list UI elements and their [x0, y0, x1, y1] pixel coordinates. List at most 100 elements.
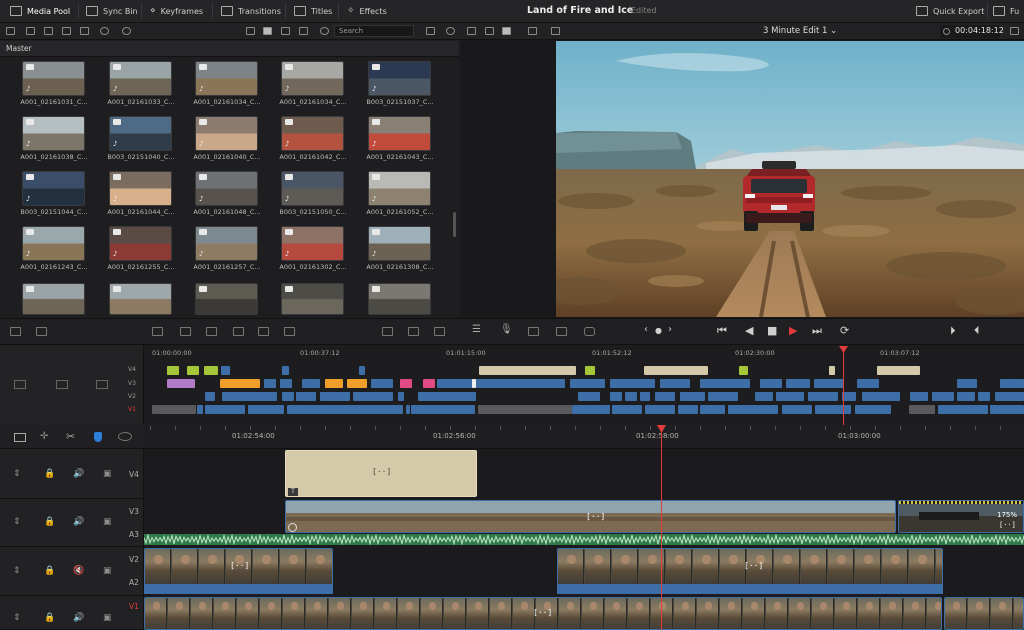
- speaker-icon[interactable]: 🔊: [73, 517, 84, 527]
- lock-icon[interactable]: 🔒: [44, 613, 55, 623]
- mini-clip[interactable]: [204, 366, 218, 375]
- clip-thumbnail[interactable]: ♪: [109, 116, 172, 151]
- clip-thumbnail[interactable]: ♪: [368, 171, 431, 206]
- move-icon[interactable]: ⇕: [13, 613, 21, 623]
- clip-thumbnail[interactable]: [22, 283, 85, 315]
- sync-bin-tab[interactable]: Sync Bin: [86, 0, 138, 22]
- clip-thumbnail[interactable]: ♪: [195, 171, 258, 206]
- smart-bin-icon[interactable]: [80, 27, 89, 35]
- monitor-icon[interactable]: ▣: [103, 566, 112, 576]
- eye-icon[interactable]: [118, 432, 132, 441]
- mini-clip[interactable]: [371, 379, 393, 388]
- mini-clip[interactable]: [932, 392, 954, 401]
- mini-clip[interactable]: [479, 366, 576, 375]
- mini-clip[interactable]: [678, 405, 698, 414]
- clip-thumbnail[interactable]: ♪: [109, 61, 172, 96]
- clip-thumbnail[interactable]: [195, 283, 258, 315]
- mini-clip[interactable]: [418, 392, 476, 401]
- lock-icon[interactable]: 🔒: [44, 517, 55, 527]
- append-icon[interactable]: [284, 327, 295, 336]
- play-reverse-icon[interactable]: ◀: [745, 324, 753, 337]
- mini-clip[interactable]: [220, 379, 260, 388]
- clip-thumbnail[interactable]: ♪: [368, 226, 431, 261]
- clip-thumbnail[interactable]: ♪: [22, 61, 85, 96]
- aspect-icon[interactable]: [551, 27, 560, 35]
- mini-clip[interactable]: [782, 405, 812, 414]
- mini-clip[interactable]: [625, 392, 637, 401]
- viewer-frame[interactable]: [556, 41, 1024, 317]
- replace-icon[interactable]: [152, 327, 163, 336]
- filter-icon[interactable]: [426, 27, 435, 35]
- monitor-icon[interactable]: ▣: [103, 613, 112, 623]
- mini-clip[interactable]: [406, 405, 410, 414]
- monitor-icon[interactable]: ▣: [103, 517, 112, 527]
- mini-clip[interactable]: [755, 392, 773, 401]
- mini-clip[interactable]: [197, 405, 203, 414]
- mini-clip[interactable]: [644, 366, 708, 375]
- sync-clip-icon[interactable]: [434, 327, 445, 336]
- playhead[interactable]: [661, 426, 662, 630]
- clip-thumbnail[interactable]: ♪: [368, 61, 431, 96]
- mini-clip[interactable]: [786, 379, 810, 388]
- title-clip[interactable]: [··] T: [285, 450, 477, 497]
- mixer-icon[interactable]: ☰: [472, 324, 483, 335]
- clip-thumbnail[interactable]: ♪: [195, 61, 258, 96]
- lock-icon[interactable]: 🔒: [44, 566, 55, 576]
- next-edit-icon[interactable]: ⏵: [950, 324, 956, 338]
- timeline-ruler[interactable]: [144, 425, 1024, 449]
- mini-clip[interactable]: [938, 405, 988, 414]
- mini-clip[interactable]: [248, 405, 284, 414]
- media-pool-tab[interactable]: Media Pool: [10, 0, 70, 22]
- clip-settings-icon[interactable]: [288, 523, 297, 532]
- insert-icon[interactable]: [10, 327, 21, 336]
- v3-clip[interactable]: [··]: [285, 500, 896, 533]
- mini-clip[interactable]: [585, 366, 595, 375]
- mini-clip[interactable]: [437, 379, 473, 388]
- mini-clip[interactable]: [990, 405, 1024, 414]
- mini-clip[interactable]: [655, 392, 675, 401]
- mini-clip[interactable]: [570, 379, 605, 388]
- move-icon[interactable]: ⇕: [13, 566, 21, 576]
- place-on-top-icon[interactable]: [206, 327, 217, 336]
- go-to-end-icon[interactable]: ⏭: [812, 324, 822, 338]
- speaker-icon[interactable]: 🔊: [73, 469, 84, 479]
- shield-icon[interactable]: [94, 432, 102, 442]
- import-icon[interactable]: [26, 27, 35, 35]
- thumbnail-view-icon[interactable]: [263, 27, 272, 35]
- search-icon[interactable]: [320, 27, 329, 35]
- mini-clip[interactable]: [857, 379, 879, 388]
- previous-edit-icon[interactable]: ⏴: [974, 324, 980, 338]
- viewer-options-icon[interactable]: [1010, 27, 1019, 35]
- clip-thumbnail[interactable]: ♪: [281, 226, 344, 261]
- clip-thumbnail[interactable]: [368, 283, 431, 315]
- mini-clip[interactable]: [221, 366, 230, 375]
- audio-icon[interactable]: [556, 327, 567, 336]
- mini-clip[interactable]: [680, 392, 705, 401]
- mini-clip[interactable]: [282, 366, 289, 375]
- mini-clip[interactable]: [760, 379, 782, 388]
- mini-clip[interactable]: [728, 405, 778, 414]
- a3-audio-clip[interactable]: [144, 534, 1024, 545]
- clip-thumbnail[interactable]: ♪: [22, 226, 85, 261]
- mini-clip[interactable]: [411, 405, 475, 414]
- pool-scrollbar[interactable]: [453, 212, 456, 237]
- mini-clip[interactable]: [347, 379, 367, 388]
- quick-export-button[interactable]: Quick Export: [916, 0, 984, 22]
- mini-clip[interactable]: [640, 392, 650, 401]
- single-viewer-icon[interactable]: [502, 27, 511, 35]
- mini-clip[interactable]: [296, 392, 316, 401]
- folder-icon[interactable]: [62, 27, 71, 35]
- monitor-icon[interactable]: ▣: [103, 469, 112, 479]
- move-icon[interactable]: ⇕: [13, 517, 21, 527]
- jog-dot-icon[interactable]: ●: [655, 326, 662, 335]
- mini-clip[interactable]: [578, 392, 600, 401]
- jog-right-icon[interactable]: ›: [668, 324, 672, 335]
- transitions-tab[interactable]: Transitions: [221, 0, 281, 22]
- clip-thumbnail[interactable]: [281, 283, 344, 315]
- clip-thumbnail[interactable]: ♪: [281, 116, 344, 151]
- bin-name[interactable]: Master: [6, 44, 32, 53]
- clip-thumbnail[interactable]: ♪: [195, 226, 258, 261]
- mini-clip[interactable]: [660, 379, 690, 388]
- new-bin-icon[interactable]: [44, 27, 53, 35]
- loop-icon[interactable]: ⟳: [840, 324, 849, 337]
